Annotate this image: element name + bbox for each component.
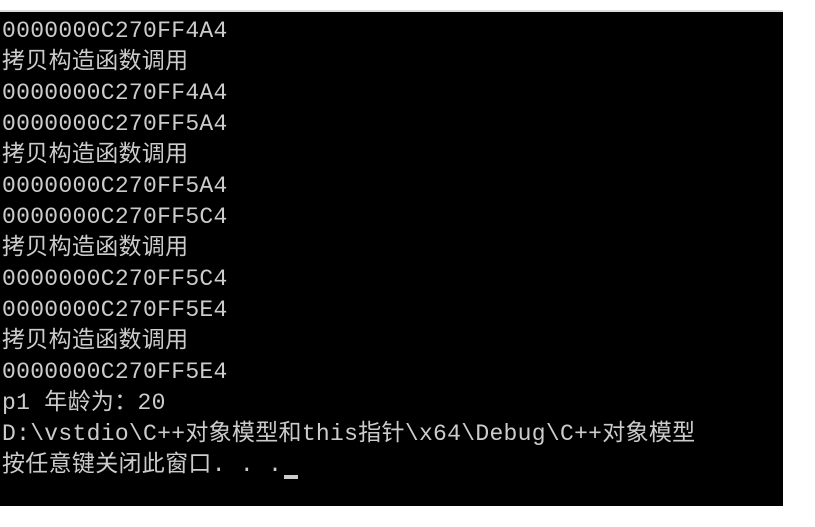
console-output-line: D:\vstdio\C++对象模型和this指针\x64\Debug\C++对象… bbox=[2, 419, 783, 450]
console-output-line: 0000000C270FF5C4 bbox=[2, 264, 783, 295]
console-window[interactable]: 0000000C270FF4A4 拷贝构造函数调用 0000000C270FF4… bbox=[0, 10, 783, 506]
console-output-line: p1 年龄为：20 bbox=[2, 388, 783, 419]
console-output-line: 拷贝构造函数调用 bbox=[2, 140, 783, 171]
console-output-line: 0000000C270FF5A4 bbox=[2, 109, 783, 140]
console-output-line: 0000000C270FF4A4 bbox=[2, 78, 783, 109]
prompt-text: 按任意键关闭此窗口. . . bbox=[2, 452, 282, 478]
console-output-line: 拷贝构造函数调用 bbox=[2, 326, 783, 357]
console-output-line: 0000000C270FF4A4 bbox=[2, 16, 783, 47]
console-output-line: 0000000C270FF5E4 bbox=[2, 295, 783, 326]
cursor-icon bbox=[284, 475, 298, 479]
console-prompt-line: 按任意键关闭此窗口. . . bbox=[2, 450, 783, 481]
console-output-line: 0000000C270FF5C4 bbox=[2, 202, 783, 233]
console-output-line: 0000000C270FF5A4 bbox=[2, 171, 783, 202]
console-output-line: 拷贝构造函数调用 bbox=[2, 47, 783, 78]
console-output-line: 拷贝构造函数调用 bbox=[2, 233, 783, 264]
console-output-line: 0000000C270FF5E4 bbox=[2, 357, 783, 388]
